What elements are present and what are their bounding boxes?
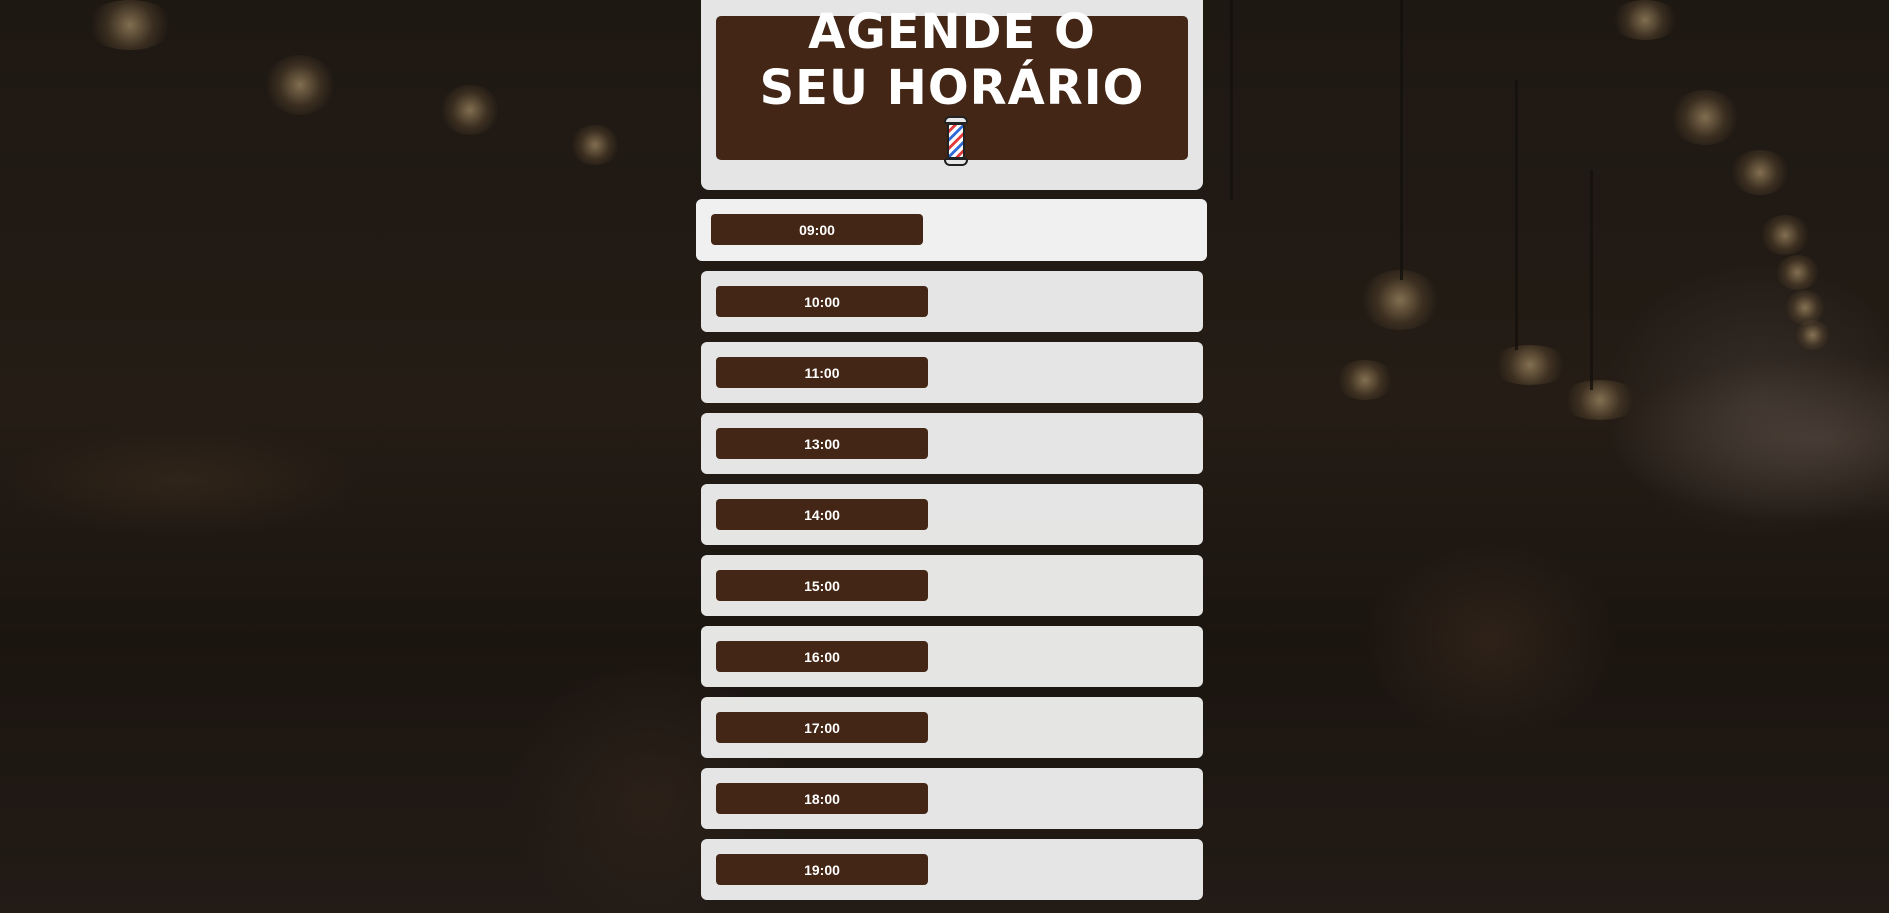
time-button-1500[interactable]: 15:00 (716, 570, 928, 601)
header-card: AGENDE O SEU HORÁRIO (701, 0, 1203, 190)
time-button-1300[interactable]: 13:00 (716, 428, 928, 459)
time-button-1800[interactable]: 18:00 (716, 783, 928, 814)
time-slot-1300[interactable]: 13:00 (701, 413, 1203, 474)
time-slot-1100[interactable]: 11:00 (701, 342, 1203, 403)
page-title: AGENDE O SEU HORÁRIO (752, 4, 1152, 172)
time-button-0900[interactable]: 09:00 (711, 214, 923, 245)
time-slot-1500[interactable]: 15:00 (701, 555, 1203, 616)
time-button-1700[interactable]: 17:00 (716, 712, 928, 743)
time-slot-1400[interactable]: 14:00 (701, 484, 1203, 545)
page-title-text: AGENDE O SEU HORÁRIO (759, 4, 1145, 116)
time-slot-1600[interactable]: 16:00 (701, 626, 1203, 687)
time-button-1900[interactable]: 19:00 (716, 854, 928, 885)
time-slot-1900[interactable]: 19:00 (701, 839, 1203, 900)
time-button-1600[interactable]: 16:00 (716, 641, 928, 672)
time-button-1000[interactable]: 10:00 (716, 286, 928, 317)
time-button-1100[interactable]: 11:00 (716, 357, 928, 388)
barber-pole-icon (942, 116, 970, 166)
time-slot-1800[interactable]: 18:00 (701, 768, 1203, 829)
time-button-1400[interactable]: 14:00 (716, 499, 928, 530)
header-banner: AGENDE O SEU HORÁRIO (716, 4, 1188, 166)
time-slot-1000[interactable]: 10:00 (701, 271, 1203, 332)
time-slot-1700[interactable]: 17:00 (701, 697, 1203, 758)
time-slot-0900[interactable]: 09:00 (696, 199, 1207, 261)
